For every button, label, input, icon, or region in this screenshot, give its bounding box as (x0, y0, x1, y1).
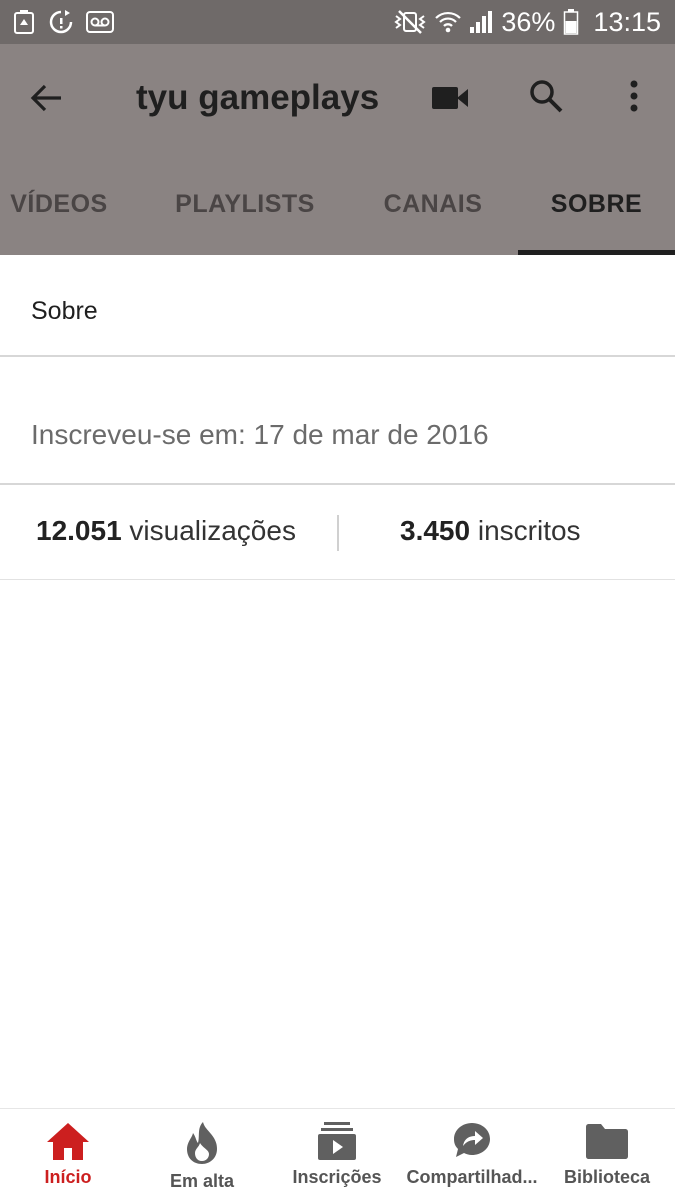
more-vert-icon (630, 80, 638, 112)
nav-library[interactable]: Biblioteca (557, 1109, 657, 1200)
channel-app-bar: tyu gameplays VÍDEOS PLAYLISTS CANAIS SO… (0, 44, 675, 255)
battery-icon (564, 9, 579, 35)
recycle-icon (14, 10, 34, 34)
tab-playlists[interactable]: PLAYLISTS (162, 154, 328, 255)
back-button[interactable] (24, 76, 68, 120)
subscriptions-icon (318, 1122, 356, 1160)
sync-alert-icon (49, 10, 73, 34)
search-button[interactable] (524, 74, 568, 118)
views-label: visualizações (129, 515, 296, 546)
nav-home[interactable]: Início (18, 1109, 118, 1200)
joined-date: Inscreveu-se em: 17 de mar de 2016 (31, 419, 489, 450)
arrow-back-icon (30, 84, 61, 112)
channel-stats-row: 12.051 visualizações 3.450 inscritos (0, 485, 675, 580)
signal-icon (470, 11, 493, 33)
tab-videos[interactable]: VÍDEOS (0, 154, 118, 255)
tab-channels[interactable]: CANAIS (370, 154, 496, 255)
home-icon (47, 1123, 89, 1160)
tab-about[interactable]: SOBRE (518, 154, 675, 255)
subscribers-stat: 3.450 inscritos (400, 515, 581, 547)
toolbar: tyu gameplays (0, 44, 675, 154)
nav-label-subscriptions: Inscrições (292, 1167, 382, 1187)
views-count: 12.051 (36, 515, 122, 546)
nav-label-shared: Compartilhad... (406, 1167, 538, 1187)
bottom-navigation: Início Em alta Inscrições Compartilhad..… (0, 1108, 675, 1200)
video-camera-icon (432, 87, 468, 109)
status-right-icons: 36% 13:15 (393, 7, 661, 38)
battery-percent: 36% (501, 6, 556, 37)
nav-shared[interactable]: Compartilhad... (402, 1109, 542, 1200)
subscribers-count: 3.450 (400, 515, 471, 546)
more-options-button[interactable] (612, 74, 656, 118)
status-time: 13:15 (593, 6, 661, 37)
status-bar: 36% 13:15 (0, 0, 675, 44)
nav-subscriptions[interactable]: Inscrições (287, 1109, 387, 1200)
stats-divider (337, 515, 339, 551)
share-bubble-icon (454, 1123, 490, 1157)
channel-tabs: VÍDEOS PLAYLISTS CANAIS SOBRE (0, 154, 675, 255)
views-stat: 12.051 visualizações (36, 515, 296, 547)
folder-icon (586, 1124, 628, 1159)
flame-icon (187, 1122, 217, 1164)
nav-label-home: Início (44, 1167, 92, 1187)
about-section-header: Sobre (0, 255, 675, 357)
subscribers-label: inscritos (477, 515, 581, 546)
search-icon (530, 80, 563, 113)
wifi-icon (435, 11, 462, 33)
channel-title: tyu gameplays (136, 78, 380, 117)
mute-vibrate-icon (394, 10, 427, 34)
section-title: Sobre (31, 297, 98, 325)
joined-date-row: Inscreveu-se em: 17 de mar de 2016 (0, 357, 675, 485)
upload-video-button[interactable] (428, 76, 472, 120)
nav-label-trending: Em alta (169, 1171, 235, 1191)
status-left-icons (12, 9, 114, 35)
nav-trending[interactable]: Em alta (152, 1109, 252, 1200)
voicemail-icon (86, 11, 114, 33)
nav-label-library: Biblioteca (563, 1167, 651, 1187)
